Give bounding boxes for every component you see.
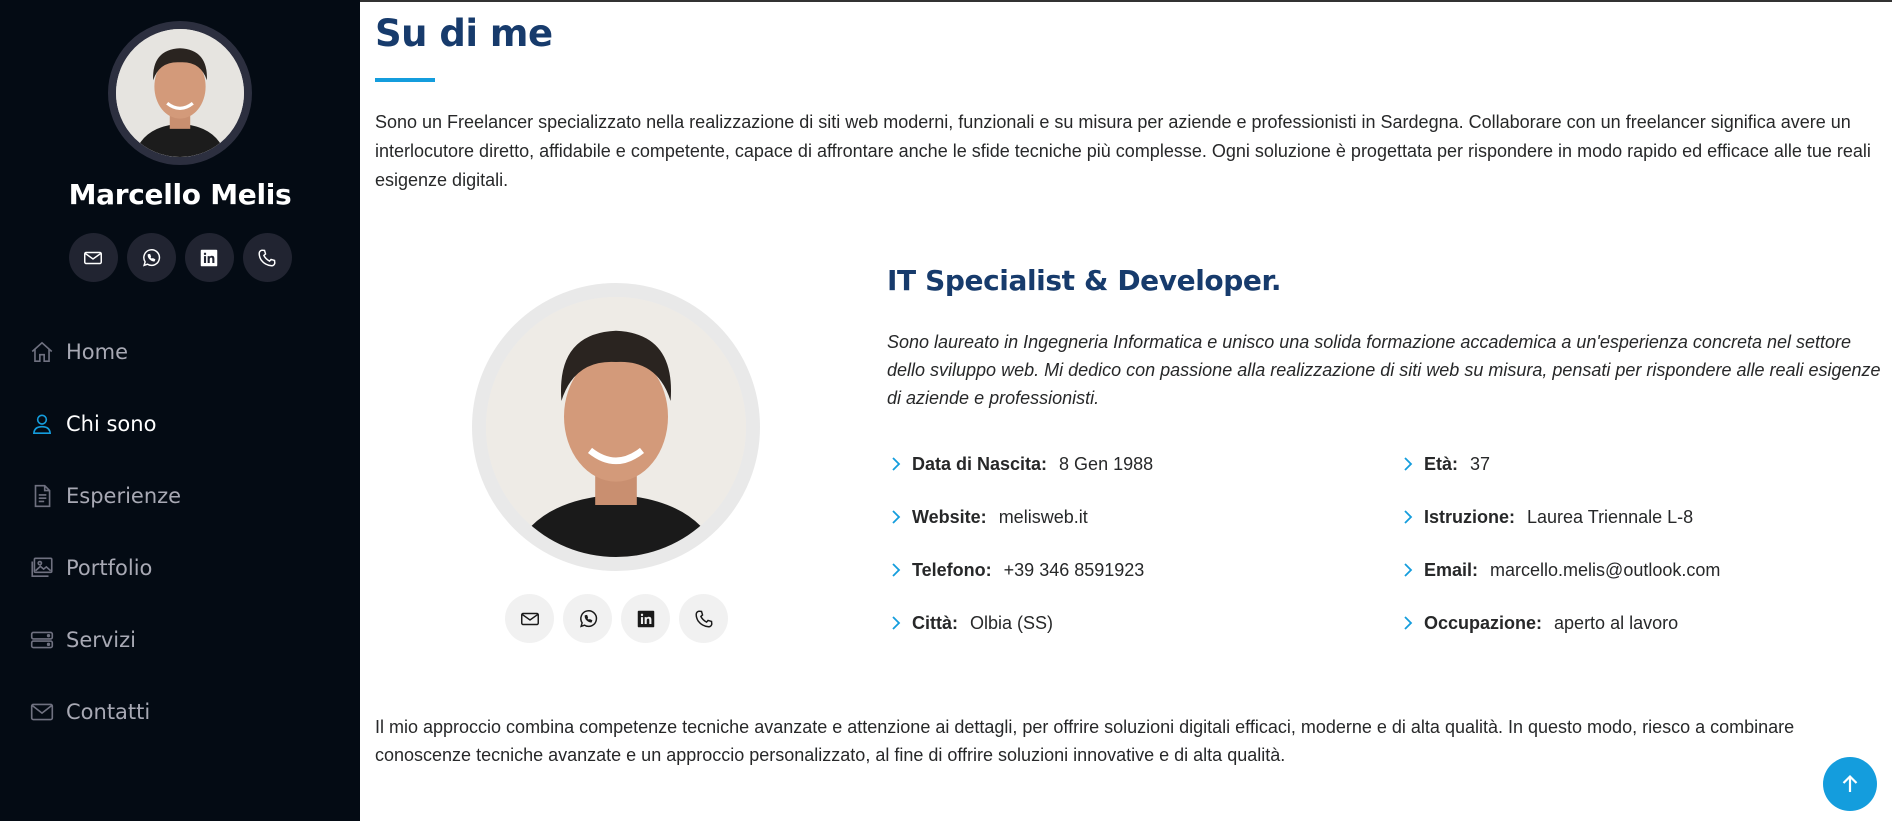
fact-phone: Telefono: +39 346 8591923 — [887, 559, 1144, 581]
chevron-right-icon — [887, 453, 905, 475]
sidebar-email-link[interactable] — [68, 233, 118, 282]
fact-value: +39 346 8591923 — [1003, 559, 1145, 580]
fact-label: Città: — [912, 612, 958, 633]
about-phone-link[interactable] — [679, 594, 728, 643]
fact-email: Email: marcello.melis@outlook.com — [1399, 559, 1720, 581]
fact-label: Istruzione: — [1424, 506, 1516, 527]
fact-label: Email: — [1424, 559, 1479, 580]
profile-name: Marcello Melis — [68, 178, 292, 211]
linkedin-icon — [637, 610, 654, 627]
nav-item-servizi[interactable]: Servizi — [0, 604, 360, 676]
about-section: Su di me Sono un Freelancer specializzat… — [360, 0, 1892, 821]
chevron-right-icon — [1399, 612, 1417, 634]
envelope-icon — [520, 612, 539, 625]
nav-label-servizi: Servizi — [66, 628, 137, 652]
sidebar-social-links — [0, 233, 360, 282]
about-photo — [472, 283, 760, 571]
images-icon — [29, 555, 55, 581]
about-intro-text: Sono un Freelancer specializzato nella r… — [375, 112, 1871, 190]
person-icon — [29, 411, 55, 437]
nav-item-portfolio[interactable]: Portfolio — [0, 532, 360, 604]
fact-value: 37 — [1470, 453, 1491, 474]
envelope-icon — [29, 699, 55, 725]
about-closing-text: Il mio approccio combina competenze tecn… — [375, 717, 1795, 765]
arrow-up-icon — [1842, 774, 1858, 792]
about-social-links — [505, 594, 728, 643]
profile-avatar — [108, 21, 252, 165]
nav-item-home[interactable]: Home — [0, 316, 360, 388]
fact-website: Website: melisweb.it — [887, 506, 1088, 528]
fact-age: Età: 37 — [1399, 453, 1490, 475]
nav-label-chi-sono: Chi sono — [66, 412, 157, 436]
file-text-icon — [29, 483, 55, 509]
whatsapp-icon — [143, 248, 161, 266]
sidebar: Marcello Melis Home Chi sono Esperienze — [0, 0, 360, 821]
chevron-right-icon — [1399, 453, 1417, 475]
fact-label: Data di Nascita: — [912, 453, 1048, 474]
fact-value: marcello.melis@outlook.com — [1490, 559, 1721, 580]
hdd-stack-icon — [29, 627, 55, 653]
nav-label-portfolio: Portfolio — [66, 556, 153, 580]
fact-value: Laurea Triennale L-8 — [1527, 506, 1694, 527]
about-whatsapp-link[interactable] — [563, 594, 612, 643]
sidebar-whatsapp-link[interactable] — [126, 233, 176, 282]
section-title: Su di me — [375, 12, 553, 55]
house-icon — [29, 339, 55, 365]
nav-label-home: Home — [66, 340, 129, 364]
sidebar-linkedin-link[interactable] — [184, 233, 234, 282]
chevron-right-icon — [887, 559, 905, 581]
nav-item-contatti[interactable]: Contatti — [0, 676, 360, 748]
chevron-right-icon — [887, 612, 905, 634]
fact-value: melisweb.it — [998, 506, 1088, 527]
fact-value: 8 Gen 1988 — [1059, 453, 1154, 474]
sidebar-phone-link[interactable] — [242, 233, 292, 282]
fact-label: Website: — [912, 506, 987, 527]
fact-value: aperto al lavoro — [1554, 612, 1679, 633]
fact-value: Olbia (SS) — [970, 612, 1054, 633]
fact-education: Istruzione: Laurea Triennale L-8 — [1399, 506, 1693, 528]
phone-icon — [694, 609, 713, 628]
fact-label: Età: — [1424, 453, 1459, 474]
linkedin-icon — [200, 249, 218, 266]
chevron-right-icon — [1399, 559, 1417, 581]
role-title: IT Specialist & Developer. — [887, 264, 1282, 297]
whatsapp-icon — [579, 609, 597, 627]
nav-label-contatti: Contatti — [66, 700, 151, 724]
section-title-underline — [375, 78, 435, 82]
about-photo-image — [486, 297, 746, 557]
fact-label: Occupazione: — [1424, 612, 1543, 633]
about-email-link[interactable] — [505, 594, 554, 643]
about-linkedin-link[interactable] — [621, 594, 670, 643]
chevron-right-icon — [1399, 506, 1417, 528]
envelope-icon — [84, 251, 102, 264]
fact-city: Città: Olbia (SS) — [887, 612, 1053, 634]
back-to-top-button[interactable] — [1823, 757, 1877, 811]
chevron-right-icon — [887, 506, 905, 528]
nav-item-chi-sono[interactable]: Chi sono — [0, 388, 360, 460]
fact-occupation: Occupazione: aperto al lavoro — [1399, 612, 1678, 634]
fact-label: Telefono: — [912, 559, 992, 580]
role-description: Sono laureato in Ingegneria Informatica … — [887, 332, 1881, 408]
nav-label-esperienze: Esperienze — [66, 484, 182, 508]
phone-icon — [258, 248, 276, 267]
profile-photo-image — [116, 29, 244, 157]
sidebar-nav: Home Chi sono Esperienze Portfolio Servi… — [0, 316, 360, 748]
nav-item-esperienze[interactable]: Esperienze — [0, 460, 360, 532]
fact-birthdate: Data di Nascita: 8 Gen 1988 — [887, 453, 1153, 475]
